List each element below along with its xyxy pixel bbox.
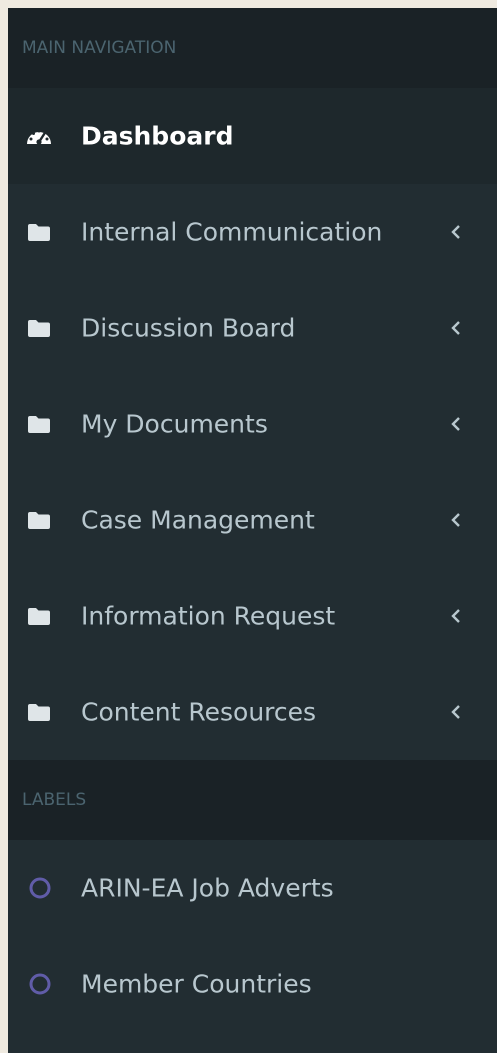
sidebar-item-label: Content Resources bbox=[81, 697, 317, 727]
sidebar-item-information-request[interactable]: Information Request bbox=[8, 568, 497, 664]
chevron-left-icon bbox=[451, 513, 460, 527]
folder-icon bbox=[26, 605, 52, 627]
circle-outline-icon bbox=[28, 972, 52, 996]
folder-icon bbox=[26, 413, 52, 435]
sidebar: MAIN NAVIGATION Dashboard Internal Commu… bbox=[8, 8, 497, 1053]
sidebar-item-label: My Documents bbox=[81, 409, 268, 439]
main-navigation-header: MAIN NAVIGATION bbox=[8, 8, 497, 88]
sidebar-label-member-countries[interactable]: Member Countries bbox=[8, 936, 497, 1032]
sidebar-item-label: Case Management bbox=[81, 505, 315, 535]
labels-header: LABELS bbox=[8, 760, 497, 840]
sidebar-item-content-resources[interactable]: Content Resources bbox=[8, 664, 497, 760]
sidebar-item-label: Information Request bbox=[81, 601, 336, 631]
sidebar-label-arin-ea-job-adverts[interactable]: ARIN-EA Job Adverts bbox=[8, 840, 497, 936]
sidebar-item-label: Dashboard bbox=[81, 121, 234, 151]
chevron-left-icon bbox=[451, 225, 460, 239]
folder-icon bbox=[26, 509, 52, 531]
sidebar-item-dashboard[interactable]: Dashboard bbox=[8, 88, 497, 184]
chevron-left-icon bbox=[451, 609, 460, 623]
sidebar-item-label: ARIN-EA Job Adverts bbox=[81, 873, 334, 903]
sidebar-item-case-management[interactable]: Case Management bbox=[8, 472, 497, 568]
sidebar-item-label: Discussion Board bbox=[81, 313, 296, 343]
chevron-left-icon bbox=[451, 705, 460, 719]
circle-outline-icon bbox=[28, 876, 52, 900]
sidebar-item-my-documents[interactable]: My Documents bbox=[8, 376, 497, 472]
sidebar-item-internal-communication[interactable]: Internal Communication bbox=[8, 184, 497, 280]
sidebar-item-label: Internal Communication bbox=[81, 217, 383, 247]
sidebar-item-label: Member Countries bbox=[81, 969, 312, 999]
folder-icon bbox=[26, 317, 52, 339]
chevron-left-icon bbox=[451, 321, 460, 335]
folder-icon bbox=[26, 221, 52, 243]
sidebar-item-discussion-board[interactable]: Discussion Board bbox=[8, 280, 497, 376]
chevron-left-icon bbox=[451, 417, 460, 431]
dashboard-icon bbox=[26, 125, 52, 147]
folder-icon bbox=[26, 701, 52, 723]
